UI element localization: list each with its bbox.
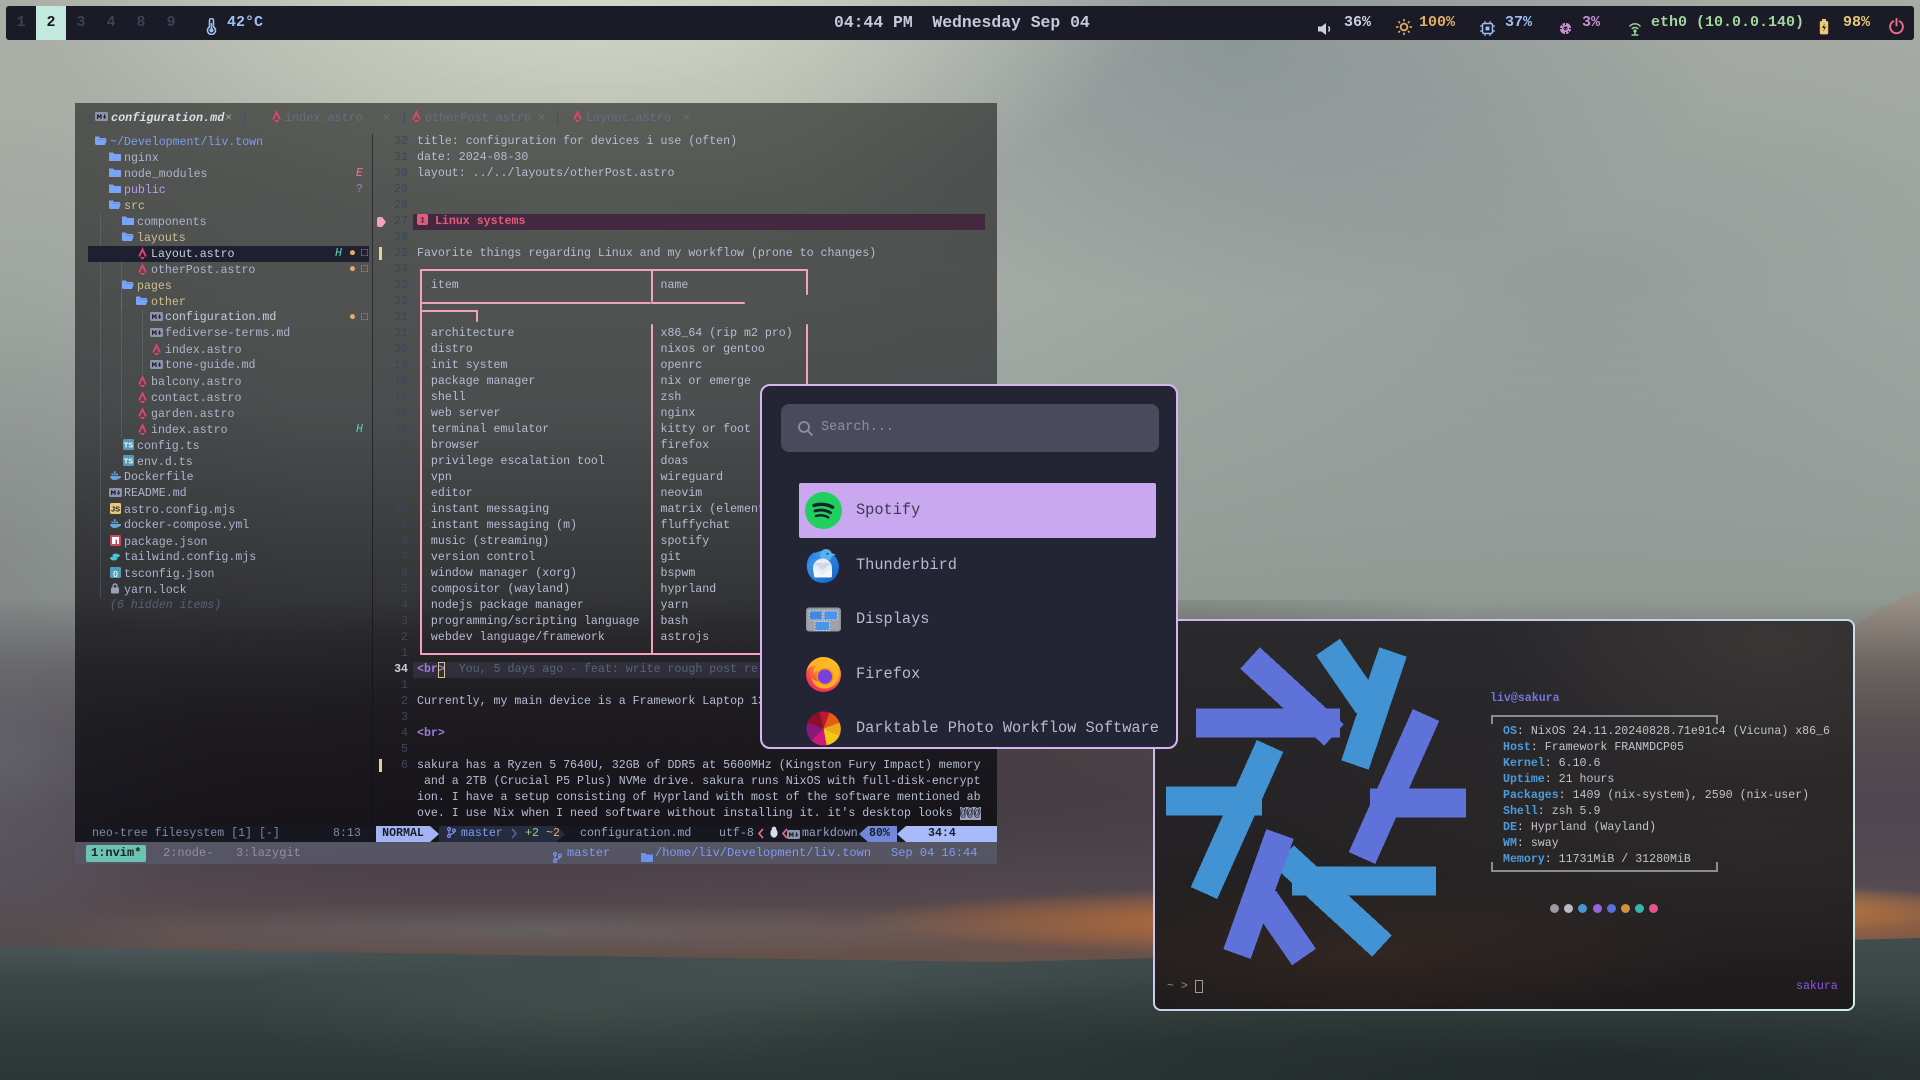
svg-text:JS: JS	[110, 505, 119, 514]
svg-text:TS: TS	[123, 457, 133, 466]
svg-text:TS: TS	[123, 441, 133, 450]
svg-text:{}: {}	[112, 570, 118, 577]
svg-text:1: 1	[420, 217, 425, 225]
svg-text:GN: GN	[1563, 27, 1569, 32]
